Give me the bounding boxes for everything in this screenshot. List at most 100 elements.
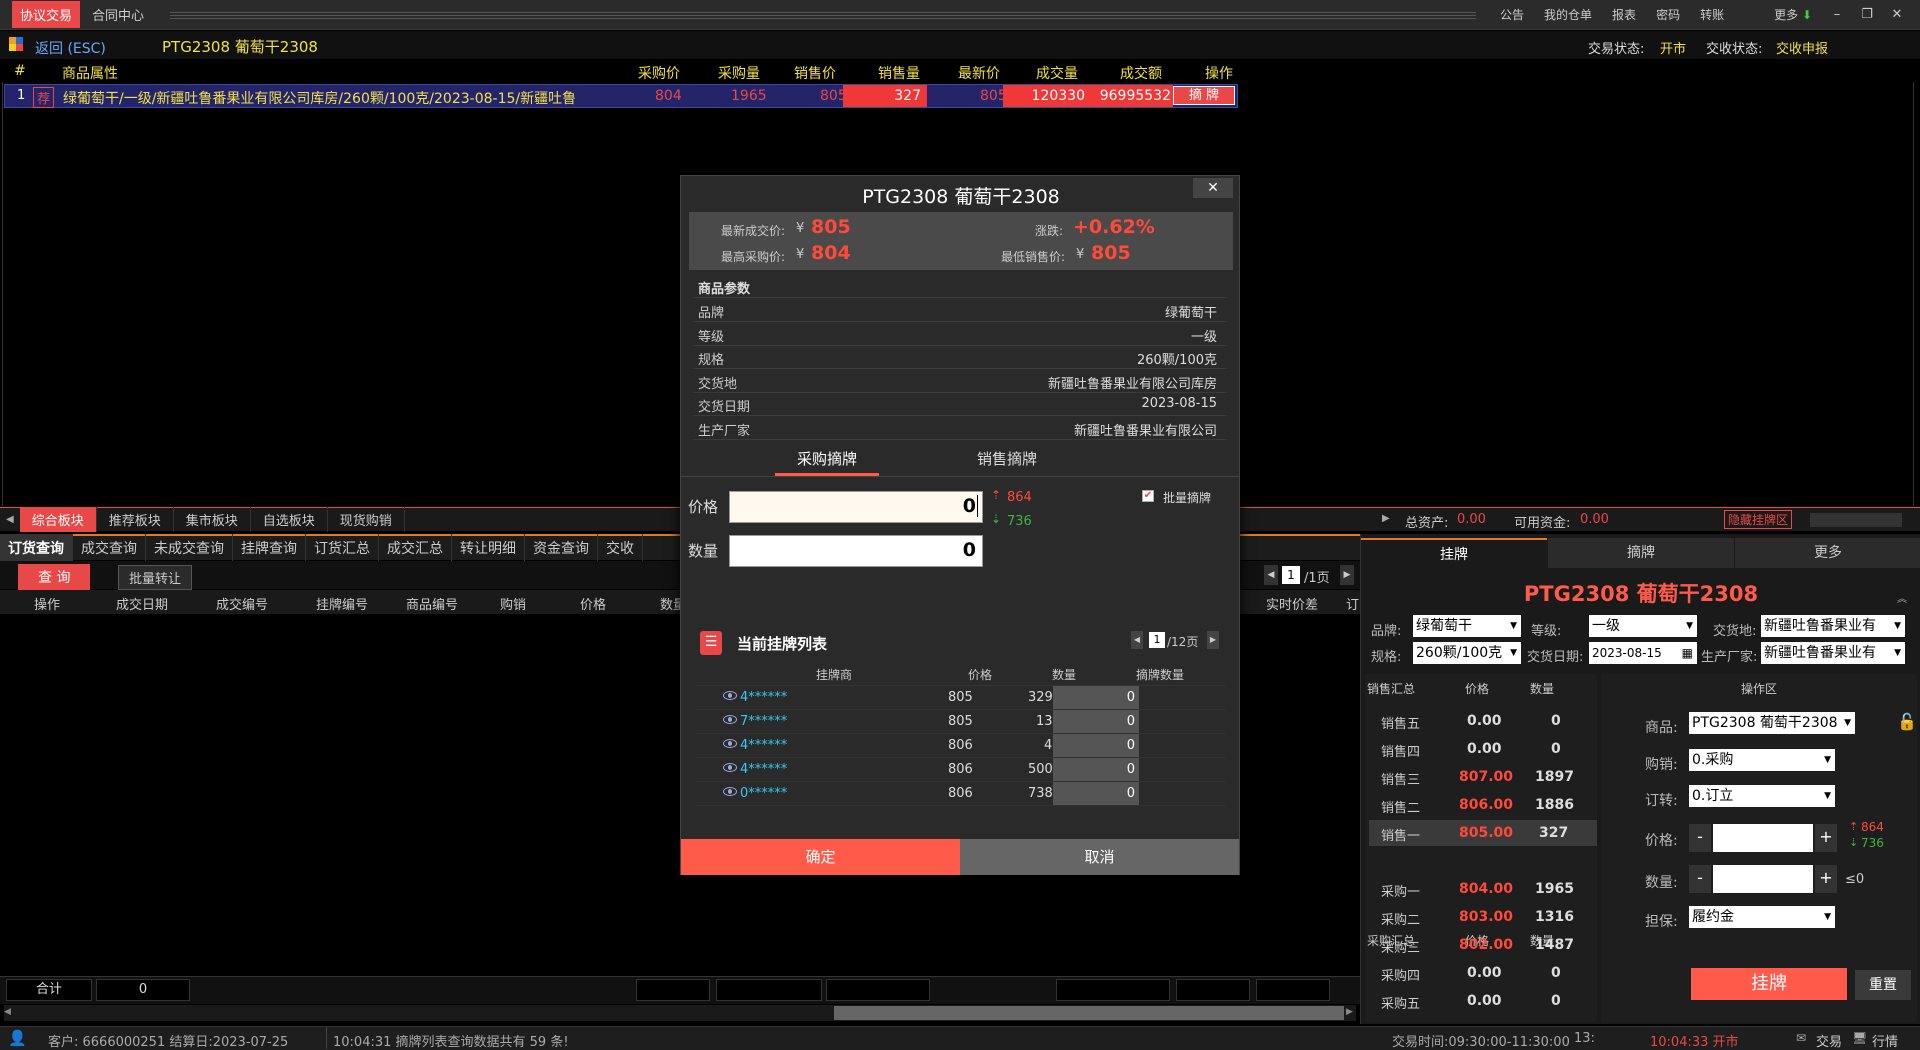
list-item[interactable]: 7****** 805 13 0 <box>696 710 1226 734</box>
scroll-right-icon[interactable]: ▶ <box>1346 1007 1353 1017</box>
menu-announcement[interactable]: 公告 <box>1490 6 1534 23</box>
list-pick-input[interactable]: 0 <box>1053 686 1139 709</box>
order-select[interactable]: 0.订立 ▼ <box>1689 785 1835 807</box>
tab-deal-summary[interactable]: 成交汇总 <box>379 534 452 562</box>
col-buy-price[interactable]: 采购价 <box>638 63 680 83</box>
scroll-right-icon[interactable]: ▶ <box>1382 513 1390 524</box>
buy-level-1[interactable]: 采购一 804.00 1965 <box>1369 876 1597 902</box>
buy-level-4[interactable]: 采购四 0.00 0 <box>1369 960 1597 986</box>
tab-board-composite[interactable]: 综合板块 <box>19 507 97 532</box>
col-sell-qty[interactable]: 销售量 <box>878 63 920 83</box>
restore-button[interactable]: ❐ <box>1852 7 1882 22</box>
quote-link[interactable]: 行情 <box>1872 1031 1898 1050</box>
menu-my-receipts[interactable]: 我的仓单 <box>1534 6 1602 23</box>
minimize-button[interactable]: – <box>1822 7 1852 22</box>
sell-level-5[interactable]: 销售五 0.00 0 <box>1369 708 1597 734</box>
pick-button[interactable]: 摘 牌 <box>1173 86 1235 105</box>
tab-listing-query[interactable]: 挂牌查询 <box>233 534 306 562</box>
qty-increment-button[interactable]: + <box>1815 865 1837 893</box>
tab-order-query[interactable]: 订货查询 <box>0 534 73 562</box>
reset-button[interactable]: 重置 <box>1855 970 1911 1000</box>
list-pick-input[interactable]: 0 <box>1053 758 1139 781</box>
col-volume[interactable]: 成交量 <box>1036 63 1078 83</box>
submit-listing-button[interactable]: 挂牌 <box>1691 968 1847 1000</box>
unlock-icon[interactable]: 🔓 <box>1897 712 1917 731</box>
dialog-price-input[interactable]: 0 <box>729 491 983 523</box>
menu-password[interactable]: 密码 <box>1646 6 1690 23</box>
tab-protocol-trading[interactable]: 协议交易 <box>12 1 81 28</box>
tab-more[interactable]: 更多 <box>1735 538 1920 568</box>
guarantee-select[interactable]: 履约金 ▼ <box>1689 906 1835 928</box>
tab-pending-query[interactable]: 未成交查询 <box>146 534 233 562</box>
buy-level-5[interactable]: 采购五 0.00 0 <box>1369 988 1597 1014</box>
tab-delivery[interactable]: 交收 <box>598 534 643 562</box>
eye-icon[interactable] <box>723 787 737 796</box>
tab-board-recommend[interactable]: 推荐板块 <box>97 507 174 532</box>
delivery-place-select[interactable]: 新疆吐鲁番果业有 ▼ <box>1761 615 1905 637</box>
buy-level-3[interactable]: 采购三 802.00 1487 <box>1369 932 1597 958</box>
tab-contract-center[interactable]: 合同中心 <box>80 1 156 28</box>
hide-listing-button[interactable]: 隐藏挂牌区 <box>1724 510 1793 529</box>
title-drag-grip[interactable] <box>170 10 1477 19</box>
tab-board-spot[interactable]: 现货购销 <box>328 507 405 532</box>
list-pick-input[interactable]: 0 <box>1053 734 1139 757</box>
tab-deal-query[interactable]: 成交查询 <box>73 534 146 562</box>
page-prev-button[interactable]: ◀ <box>1264 565 1278 585</box>
eye-icon[interactable] <box>723 763 737 772</box>
tab-order-summary[interactable]: 订货汇总 <box>306 534 379 562</box>
list-item[interactable]: 4****** 805 329 0 <box>696 686 1226 710</box>
price-decrement-button[interactable]: - <box>1689 824 1711 852</box>
col-last-price[interactable]: 最新价 <box>958 63 1000 83</box>
tab-funds-query[interactable]: 资金查询 <box>525 534 598 562</box>
scrollbar-thumb[interactable] <box>834 1006 1344 1020</box>
sell-level-3[interactable]: 销售三 807.00 1897 <box>1369 764 1597 790</box>
list-page-input[interactable]: 1 <box>1149 632 1165 648</box>
batch-pick-checkbox[interactable]: ✔ <box>1142 490 1154 502</box>
scroll-left-icon[interactable]: ◀ <box>0 514 20 525</box>
scroll-left-icon[interactable]: ◀ <box>4 1007 11 1017</box>
qty-input[interactable] <box>1713 865 1813 893</box>
trade-link[interactable]: 交易 <box>1816 1031 1842 1050</box>
col-buy-qty[interactable]: 采购量 <box>718 63 760 83</box>
confirm-button[interactable]: 确定 <box>681 839 960 875</box>
menu-more[interactable]: 更多 ⬇ <box>1764 6 1822 23</box>
eye-icon[interactable] <box>723 691 737 700</box>
side-select[interactable]: 0.采购 ▼ <box>1689 749 1835 771</box>
price-increment-button[interactable]: + <box>1815 824 1837 852</box>
batch-transfer-button[interactable]: 批量转让 <box>118 565 193 590</box>
spec-select[interactable]: 260颗/100克 ▼ <box>1413 642 1521 664</box>
collapse-icon[interactable]: ︽ <box>1897 590 1907 605</box>
list-page-next[interactable]: ▶ <box>1207 631 1219 649</box>
page-next-button[interactable]: ▶ <box>1340 565 1354 585</box>
qty-decrement-button[interactable]: - <box>1689 865 1711 893</box>
tab-transfer-detail[interactable]: 转让明细 <box>452 534 525 562</box>
tab-board-custom[interactable]: 自选板块 <box>251 507 328 532</box>
eye-icon[interactable] <box>723 739 737 748</box>
tab-buy-pick[interactable]: 采购摘牌 <box>775 448 879 476</box>
grade-select[interactable]: 一级 ▼ <box>1589 615 1697 637</box>
list-page-prev[interactable]: ◀ <box>1131 631 1143 649</box>
tab-sell-pick[interactable]: 销售摘牌 <box>947 448 1067 476</box>
list-item[interactable]: 0****** 806 738 0 <box>696 782 1226 806</box>
dialog-close-button[interactable]: ✕ <box>1193 178 1233 198</box>
list-pick-input[interactable]: 0 <box>1053 710 1139 733</box>
tab-picking[interactable]: 摘牌 <box>1548 538 1734 568</box>
dialog-qty-input[interactable]: 0 <box>729 535 983 567</box>
eye-icon[interactable] <box>723 715 737 724</box>
page-current-input[interactable]: 1 <box>1282 566 1300 584</box>
brand-select[interactable]: 绿葡萄干 ▼ <box>1413 615 1521 637</box>
mail-icon[interactable]: ✉ <box>1796 1031 1806 1045</box>
list-item[interactable]: 4****** 806 500 0 <box>696 758 1226 782</box>
tab-board-market[interactable]: 集市板块 <box>174 507 251 532</box>
sell-level-4[interactable]: 销售四 0.00 0 <box>1369 736 1597 762</box>
list-item[interactable]: 4****** 806 4 0 <box>696 734 1226 758</box>
table-row[interactable]: 1 荐 绿葡萄干/一级/新疆吐鲁番果业有限公司库房/260颗/100克/2023… <box>4 84 1238 108</box>
query-button[interactable]: 查 询 <box>18 564 91 590</box>
delivery-date-input[interactable]: 2023-08-15 ▦ <box>1589 642 1697 664</box>
horizontal-scrollbar[interactable]: ◀ ▶ <box>4 1005 1356 1021</box>
col-sell-price[interactable]: 销售价 <box>794 63 836 83</box>
maker-select[interactable]: 新疆吐鲁番果业有 ▼ <box>1761 642 1905 664</box>
menu-reports[interactable]: 报表 <box>1602 6 1646 23</box>
sell-level-2[interactable]: 销售二 806.00 1886 <box>1369 792 1597 818</box>
cancel-button[interactable]: 取消 <box>960 839 1239 875</box>
